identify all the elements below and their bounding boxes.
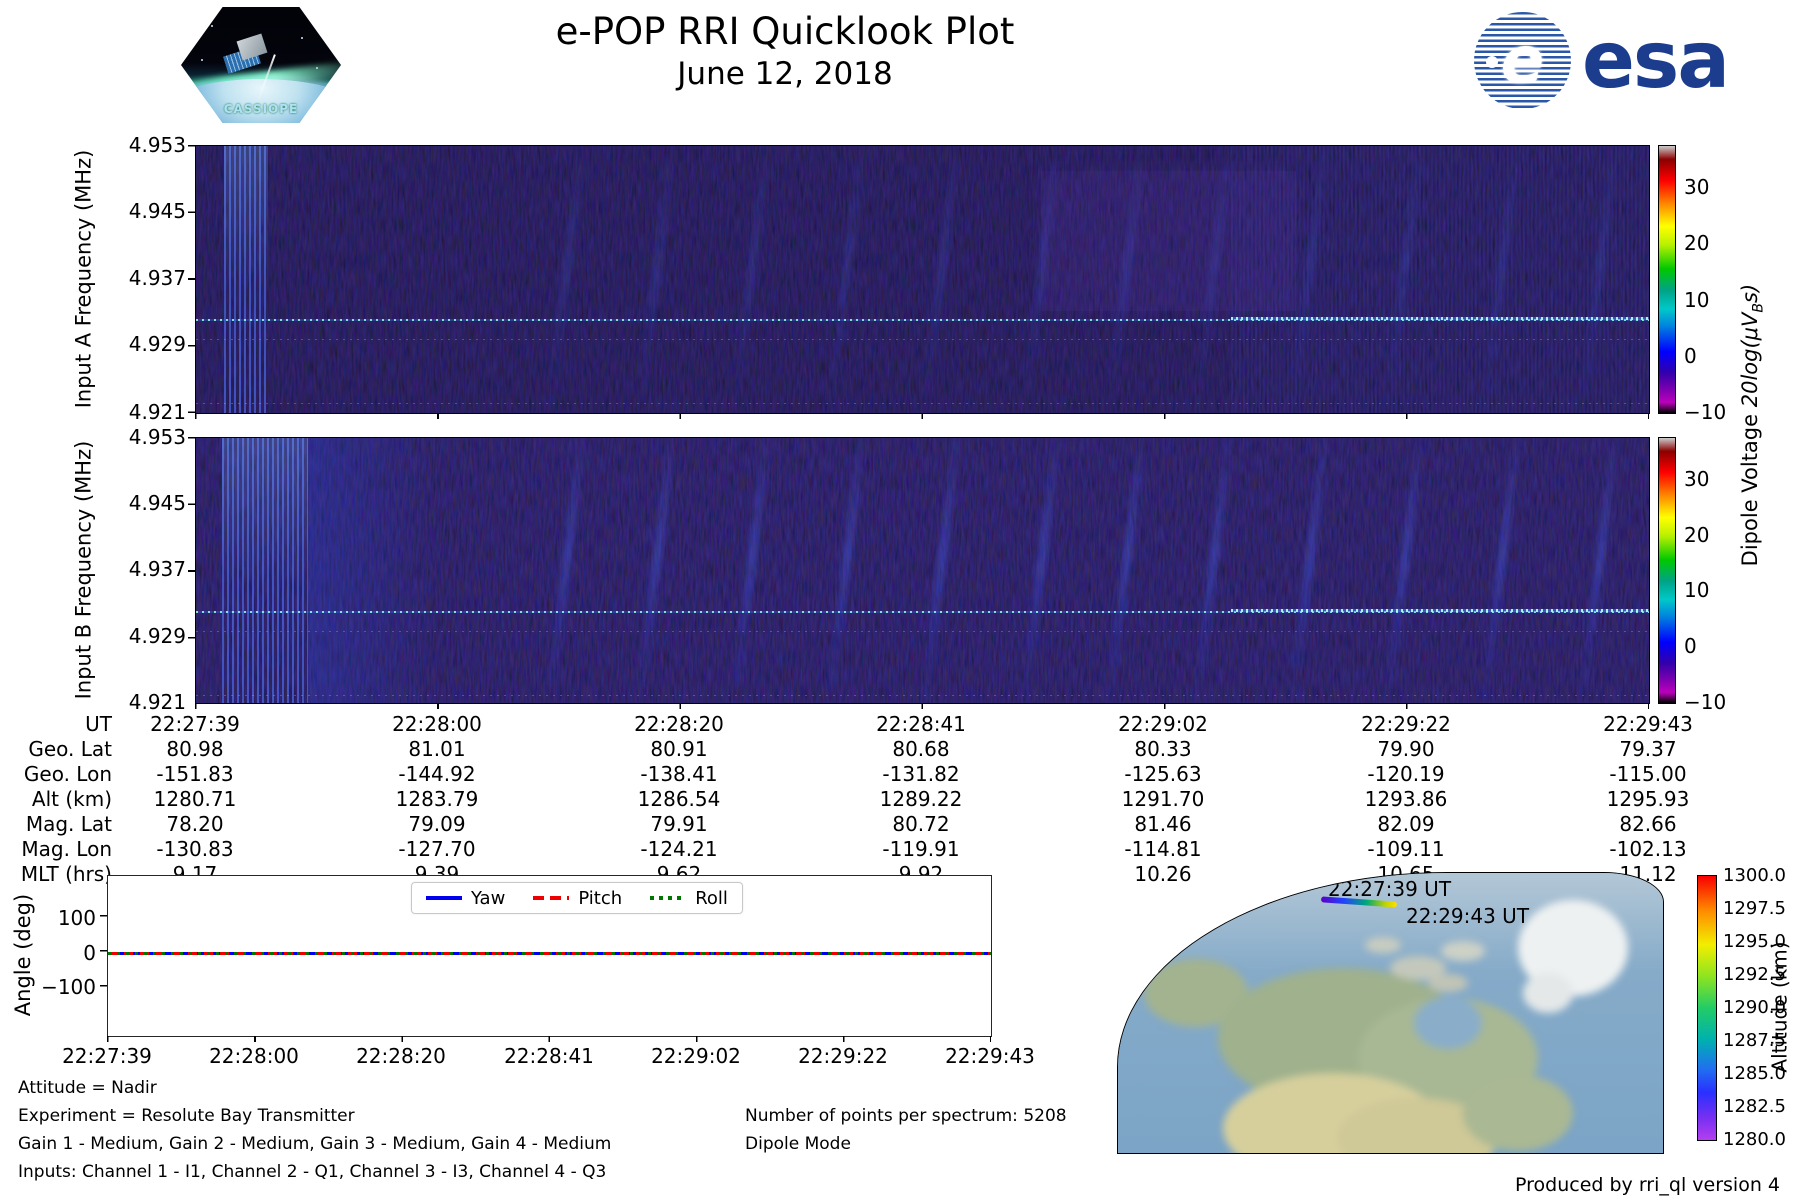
freq-tick: 4.937: [128, 557, 186, 581]
table-row: Mag. Lon -130.83 -127.70 -124.21 -119.91…: [0, 837, 1800, 862]
row-label: Mag. Lon: [21, 837, 112, 861]
attitude-angle-plot: Yaw Pitch Roll: [107, 875, 992, 1037]
esa-globe-icon: e: [1474, 12, 1571, 109]
secondary-line: [196, 339, 1649, 340]
transmitter-line-bright: [1231, 609, 1649, 612]
ground-track-map: 22:27:39 UT 22:29:43 UT: [1117, 872, 1664, 1154]
attitude-legend: Yaw Pitch Roll: [411, 882, 743, 914]
burst-band: [222, 438, 308, 703]
esa-globe-dot: [1486, 56, 1498, 68]
angle-ylabel: Angle (deg): [11, 893, 35, 1017]
freq-tick: 4.929: [128, 332, 186, 356]
table-row: Geo. Lon -151.83 -144.92 -138.41 -131.82…: [0, 762, 1800, 787]
angle-xtick: 22:29:22: [798, 1044, 888, 1068]
panel-a-ytick-marks: [188, 145, 195, 413]
angle-xtick: 22:28:00: [209, 1044, 299, 1068]
secondary-line: [196, 631, 1649, 632]
experiment-note: Experiment = Resolute Bay Transmitter: [18, 1106, 355, 1126]
freq-tick: 4.953: [128, 133, 186, 157]
track-start-label: 22:27:39 UT: [1328, 877, 1452, 901]
gains-note: Gain 1 - Medium, Gain 2 - Medium, Gain 3…: [18, 1134, 612, 1154]
row-label: Mag. Lat: [25, 812, 112, 836]
row-label: Geo. Lon: [23, 762, 112, 786]
panel-b-xtick-marks: [195, 703, 1649, 709]
burst-band: [224, 146, 268, 413]
track-end-label: 22:29:43 UT: [1406, 904, 1530, 928]
inputs-note: Inputs: Channel 1 - I1, Channel 2 - Q1, …: [18, 1162, 607, 1182]
freq-tick: 4.945: [128, 491, 186, 515]
panel-a-ylabel: Input A Frequency (MHz): [71, 149, 96, 408]
panel-a-xtick-marks: [195, 413, 1649, 419]
voltage-colorbar-label: Dipole Voltage 20log(μVBs): [1737, 283, 1767, 567]
angle-ytick: 100: [57, 906, 96, 930]
star-icon: [211, 25, 213, 27]
angle-xtick: 22:27:39: [62, 1044, 152, 1068]
table-row: Geo. Lat 80.98 81.01 80.91 80.68 80.33 7…: [0, 737, 1800, 762]
roll-line-sample: [650, 896, 687, 900]
angle-ytick: −100: [41, 975, 96, 999]
table-row: Alt (km) 1280.71 1283.79 1286.54 1289.22…: [0, 787, 1800, 812]
altitude-colorbar-label: Altitude (km): [1768, 941, 1792, 1073]
faint-bottom-line: [196, 403, 1649, 404]
map-art: [1118, 873, 1663, 1153]
angle-xtick: 22:29:43: [945, 1044, 1035, 1068]
star-icon: [201, 59, 203, 61]
transmitter-line-bright: [1231, 317, 1649, 320]
points-note: Number of points per spectrum: 5208: [745, 1106, 1067, 1126]
row-label: UT: [85, 712, 112, 736]
freq-tick: 4.953: [128, 425, 186, 449]
freq-tick: 4.937: [128, 266, 186, 290]
row-label: Geo. Lat: [28, 737, 112, 761]
faint-bottom-line: [196, 695, 1649, 696]
figure-canvas: e-POP RRI Quicklook Plot June 12, 2018 C…: [0, 0, 1800, 1200]
earth-art: [181, 78, 341, 123]
angle-ytick-marks: [100, 915, 107, 991]
panel-b-ylabel: Input B Frequency (MHz): [71, 440, 95, 699]
spectrogram-b-panel: [195, 437, 1650, 704]
pitch-line-sample: [533, 896, 570, 900]
altitude-colorbar: [1697, 875, 1717, 1141]
angle-xtick: 22:28:20: [356, 1044, 446, 1068]
freq-tick: 4.921: [128, 690, 186, 714]
legend-item-roll: Roll: [650, 888, 728, 909]
freq-tick: 4.929: [128, 624, 186, 648]
attitude-note: Attitude = Nadir: [18, 1078, 157, 1098]
star-icon: [301, 37, 303, 39]
burst-band-fade: [308, 438, 438, 703]
legend-item-pitch: Pitch: [533, 888, 622, 909]
mode-note: Dipole Mode: [745, 1134, 851, 1154]
cassiope-logo-label: CASSIOPE: [223, 102, 299, 116]
satellite-body: [236, 33, 268, 61]
angle-xtick: 22:29:02: [651, 1044, 741, 1068]
yaw-line-sample: [426, 896, 463, 900]
angle-xtick: 22:28:41: [504, 1044, 594, 1068]
table-row: Mag. Lat 78.20 79.09 79.91 80.72 81.46 8…: [0, 812, 1800, 837]
spectrogram-a-panel: [195, 145, 1650, 414]
esa-logo-text: esa: [1582, 16, 1730, 106]
panel-b-ytick-marks: [188, 437, 195, 703]
angle-xtick-marks: [107, 1036, 991, 1042]
legend-item-yaw: Yaw: [426, 888, 505, 909]
freq-tick: 4.945: [128, 199, 186, 223]
produced-by-note: Produced by rri_ql version 4: [1515, 1174, 1780, 1196]
freq-tick: 4.921: [128, 400, 186, 424]
voltage-colorbar-a: [1658, 145, 1676, 414]
roll-line: [108, 952, 991, 955]
table-row: UT 22:27:39 22:28:00 22:28:20 22:28:41 2…: [0, 712, 1800, 737]
voltage-colorbar-b: [1658, 437, 1676, 704]
angle-ytick: 0: [83, 941, 96, 965]
row-label: Alt (km): [31, 787, 112, 811]
